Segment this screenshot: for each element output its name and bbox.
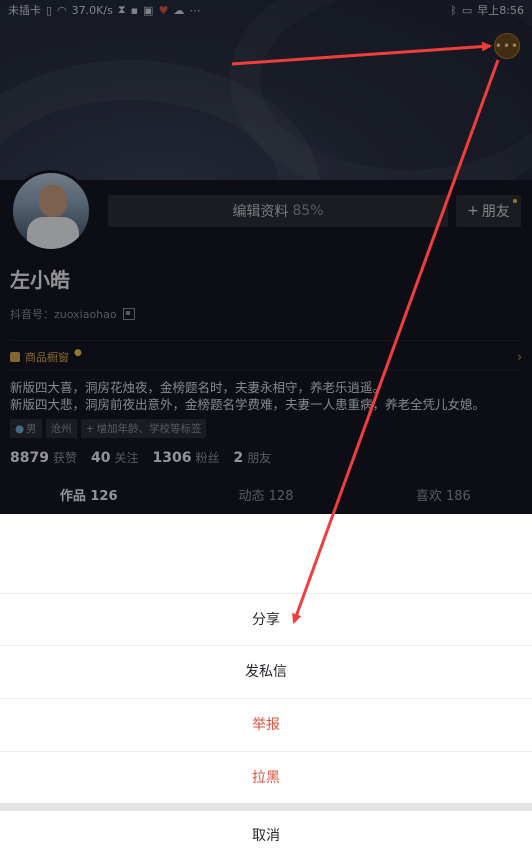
report-button[interactable]: 举报 [0,698,532,750]
share-button[interactable]: 分享 [0,593,532,645]
block-button[interactable]: 拉黑 [0,751,532,803]
sheet-separator [0,803,532,811]
cancel-button[interactable]: 取消 [0,811,532,853]
modal-dim-overlay[interactable] [0,0,532,514]
send-message-button[interactable]: 发私信 [0,645,532,697]
app-screen: 未插卡 ▯ ◠ 37.0K/s ⧗ ▪ ▣ ♥ ☁ ⋯ ᛒ ▭ 早上8:56 •… [0,0,532,853]
